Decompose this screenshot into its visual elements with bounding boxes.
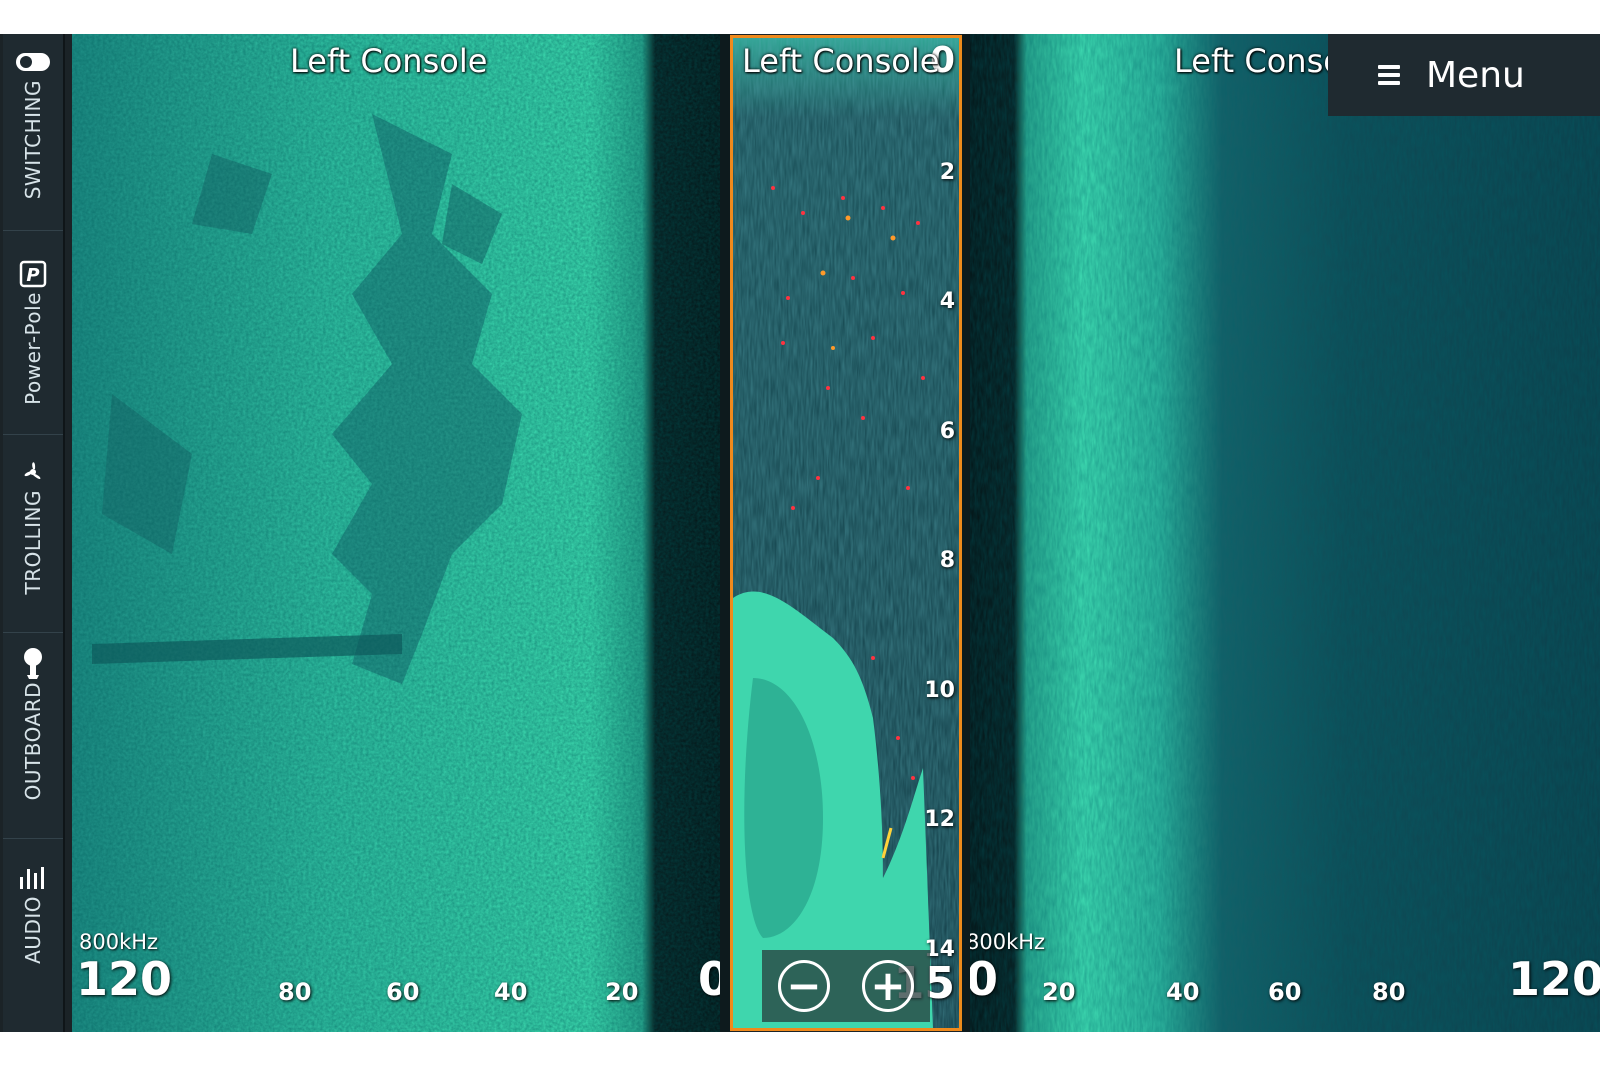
depth-tick: 8 (939, 548, 955, 573)
range-tick: 20 (1042, 978, 1076, 1006)
sidescan-right-panel[interactable]: Left Console 800kHz 0 20 40 60 80 120 (970, 34, 1600, 1032)
panel-title: Left Console (742, 42, 940, 80)
range-tick: 60 (386, 978, 420, 1006)
range-tick: 80 (278, 978, 312, 1006)
outboard-motor-icon (3, 646, 63, 682)
svg-text:P: P (26, 265, 39, 286)
sidebar-item-switching[interactable]: SWITCHING (3, 44, 63, 231)
sidebar-item-label: SWITCHING (21, 80, 45, 200)
downscan-panel[interactable]: 0 2 4 6 8 10 12 14 15 (730, 35, 962, 1031)
sidebar-item-audio[interactable]: AUDIO (3, 860, 63, 1020)
sidebar-item-label: OUTBOARD (21, 682, 45, 801)
sidescan-left-panel[interactable]: Left Console 800kHz 120 80 60 40 20 0 (72, 34, 720, 1032)
sidebar-item-label: Power-Pole (21, 292, 45, 405)
range-tick: 40 (1166, 978, 1200, 1006)
sidebar-item-label: AUDIO (21, 896, 45, 964)
zoom-controls: − + (762, 950, 930, 1022)
sidescan-left-image (72, 34, 720, 1032)
sidebar-item-outboard[interactable]: OUTBOARD (3, 646, 63, 839)
range-end-label: 0 (698, 952, 720, 1006)
sidebar-item-power-pole[interactable]: P Power-Pole (3, 256, 63, 435)
zoom-in-icon: + (870, 961, 906, 1010)
range-tick: 20 (605, 978, 639, 1006)
depth-tick: 10 (924, 678, 955, 703)
range-tick: 40 (494, 978, 528, 1006)
toggle-switch-icon (3, 44, 63, 80)
range-start-label: 0 (970, 952, 999, 1006)
chartplotter-screen: SWITCHING P Power-Pole TROLLING OUTBOARD… (0, 34, 1600, 1032)
range-tick: 60 (1268, 978, 1302, 1006)
panel-title: Left Console (290, 42, 488, 80)
sidebar-item-label: TROLLING (21, 490, 45, 595)
downscan-image (733, 38, 959, 1028)
depth-tick: 6 (939, 419, 955, 444)
panel-divider (962, 34, 970, 1032)
frequency-label: 800kHz (79, 930, 159, 954)
power-pole-icon: P (3, 256, 63, 292)
panel-divider (720, 34, 730, 1032)
hamburger-menu-icon (1378, 65, 1400, 85)
depth-tick: 2 (939, 160, 955, 185)
zoom-out-button[interactable]: − (778, 960, 830, 1012)
propeller-icon (3, 454, 63, 490)
audio-bars-icon (3, 860, 63, 896)
depth-tick: 12 (924, 807, 955, 832)
zoom-out-icon: − (786, 961, 822, 1010)
menu-label: Menu (1426, 54, 1525, 96)
range-start-label: 120 (76, 952, 173, 1006)
sidebar: SWITCHING P Power-Pole TROLLING OUTBOARD… (3, 34, 65, 1032)
range-tick: 80 (1372, 978, 1406, 1006)
depth-tick: 4 (939, 289, 955, 314)
frequency-label: 800kHz (970, 930, 1046, 954)
menu-button[interactable]: Menu (1328, 34, 1600, 116)
range-end-label: 120 (1508, 952, 1600, 1006)
zoom-in-button[interactable]: + (862, 960, 914, 1012)
sidescan-right-image (970, 34, 1600, 1032)
sidebar-item-trolling[interactable]: TROLLING (3, 454, 63, 633)
